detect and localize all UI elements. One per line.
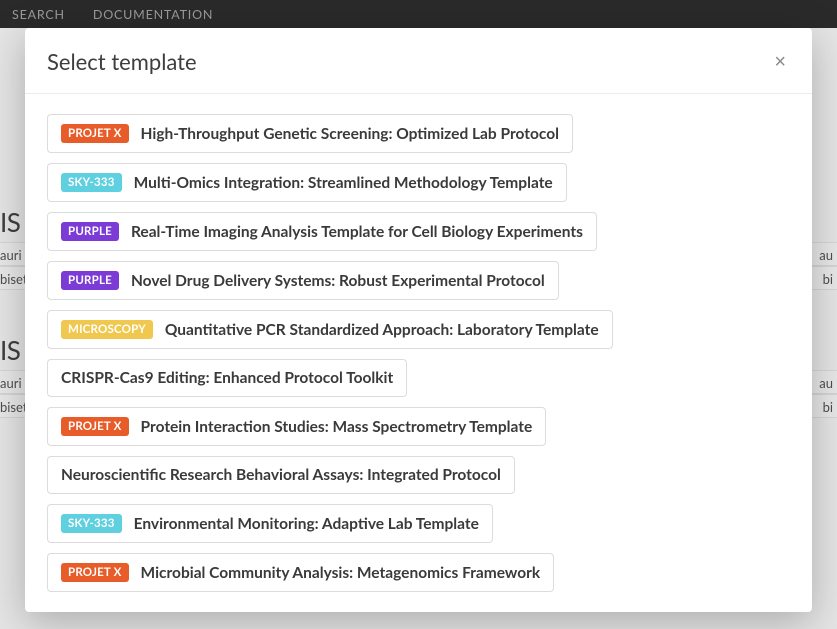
close-button[interactable]: × <box>770 50 790 74</box>
template-title: CRISPR-Cas9 Editing: Enhanced Protocol T… <box>61 369 393 387</box>
template-title: Environmental Monitoring: Adaptive Lab T… <box>134 515 479 533</box>
template-badge: PROJET X <box>61 124 129 143</box>
template-item[interactable]: SKY-333 Multi-Omics Integration: Streamli… <box>47 163 567 202</box>
template-item[interactable]: CRISPR-Cas9 Editing: Enhanced Protocol T… <box>47 359 407 397</box>
template-title: Real-Time Imaging Analysis Template for … <box>131 223 583 241</box>
topbar: SEARCH DOCUMENTATION <box>0 0 837 28</box>
template-title: Novel Drug Delivery Systems: Robust Expe… <box>131 272 545 290</box>
modal-title: Select template <box>47 48 197 75</box>
template-badge: PROJET X <box>61 417 129 436</box>
template-badge: SKY-333 <box>61 173 122 192</box>
modal-body: PROJET X High-Throughput Genetic Screenin… <box>25 94 812 612</box>
nav-search[interactable]: SEARCH <box>12 7 65 22</box>
template-badge: PROJET X <box>61 563 129 582</box>
template-badge: PURPLE <box>61 222 119 241</box>
template-item[interactable]: PURPLE Real-Time Imaging Analysis Templat… <box>47 212 597 251</box>
template-item[interactable]: PURPLE Novel Drug Delivery Systems: Robus… <box>47 261 559 300</box>
template-item[interactable]: PROJET X High-Throughput Genetic Screenin… <box>47 114 573 153</box>
template-item[interactable]: PROJET X Microbial Community Analysis: Me… <box>47 553 554 592</box>
template-badge: PURPLE <box>61 271 119 290</box>
template-title: Microbial Community Analysis: Metagenomi… <box>141 564 541 582</box>
template-title: Neuroscientific Research Behavioral Assa… <box>61 466 501 484</box>
template-title: High-Throughput Genetic Screening: Optim… <box>141 125 559 143</box>
template-item[interactable]: MICROSCOPY Quantitative PCR Standardized … <box>47 310 613 349</box>
template-badge: MICROSCOPY <box>61 320 153 339</box>
modal-header: Select template × <box>25 28 812 94</box>
template-item[interactable]: SKY-333 Environmental Monitoring: Adaptiv… <box>47 504 493 543</box>
template-title: Multi-Omics Integration: Streamlined Met… <box>134 174 553 192</box>
template-badge: SKY-333 <box>61 514 122 533</box>
template-item[interactable]: Neuroscientific Research Behavioral Assa… <box>47 456 515 494</box>
template-title: Protein Interaction Studies: Mass Spectr… <box>141 418 533 436</box>
template-list: PROJET X High-Throughput Genetic Screenin… <box>47 114 790 602</box>
template-title: Quantitative PCR Standardized Approach: … <box>165 321 599 339</box>
modal-overlay[interactable]: Select template × PROJET X High-Throughpu… <box>0 28 837 629</box>
nav-documentation[interactable]: DOCUMENTATION <box>93 7 213 22</box>
page-background: IS auri au biseta bi IS auri au biseta b… <box>0 28 837 629</box>
template-item[interactable]: PROJET X Protein Interaction Studies: Mas… <box>47 407 546 446</box>
select-template-modal: Select template × PROJET X High-Throughpu… <box>25 28 812 612</box>
